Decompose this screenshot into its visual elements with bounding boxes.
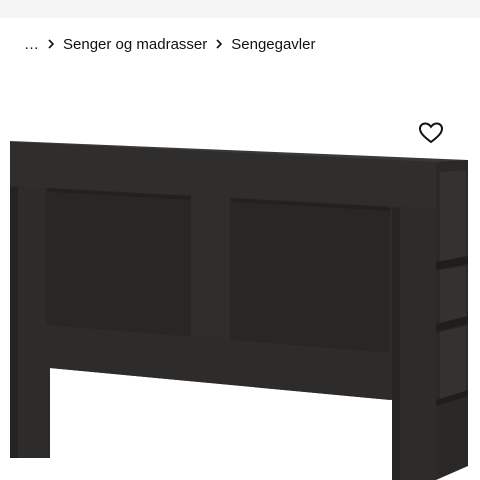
headboard-panel-right (230, 198, 390, 353)
heart-outline-icon[interactable] (418, 121, 444, 145)
product-image[interactable] (0, 0, 480, 480)
headboard-panel-left (46, 188, 191, 338)
